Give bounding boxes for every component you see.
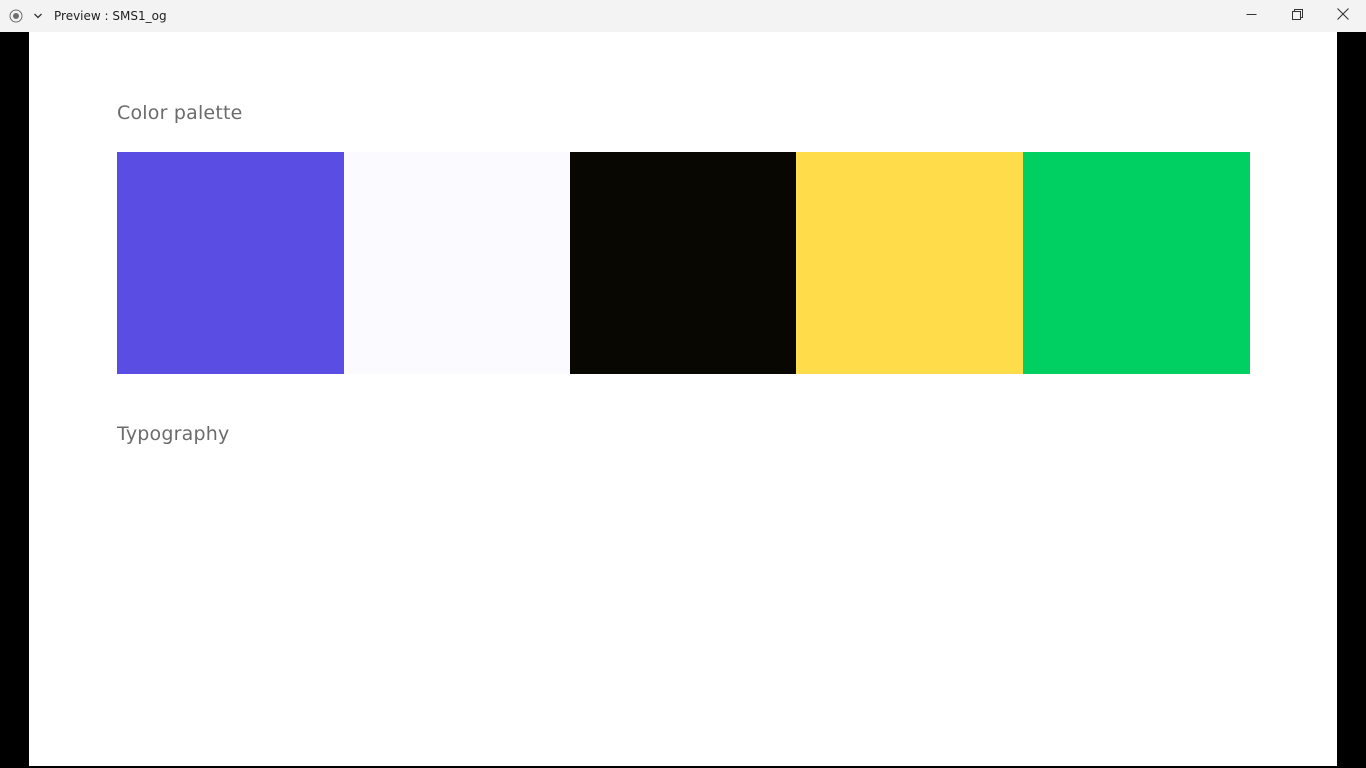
preview-canvas: Color palette Typography [29,32,1337,766]
color-swatch-5 [1023,152,1250,374]
color-swatch-2 [344,152,570,374]
preview-window: Preview : SMS1_og Color palette Typograp… [0,0,1366,768]
minimize-button[interactable] [1228,0,1274,32]
minimize-icon [1246,7,1257,25]
color-palette [117,152,1250,374]
close-button[interactable] [1320,0,1366,32]
restore-button[interactable] [1274,0,1320,32]
window-title: Preview : SMS1_og [54,9,167,23]
color-swatch-1 [117,152,344,374]
color-swatch-3 [570,152,796,374]
window-controls [1228,0,1366,32]
chevron-down-icon[interactable] [31,9,45,23]
title-bar[interactable]: Preview : SMS1_og [0,0,1366,32]
close-icon [1337,7,1349,25]
restore-icon [1291,7,1303,25]
color-palette-heading: Color palette [117,102,243,124]
color-swatch-4 [796,152,1023,374]
record-icon[interactable] [8,8,24,24]
title-bar-left: Preview : SMS1_og [0,0,167,32]
typography-heading: Typography [117,423,230,445]
